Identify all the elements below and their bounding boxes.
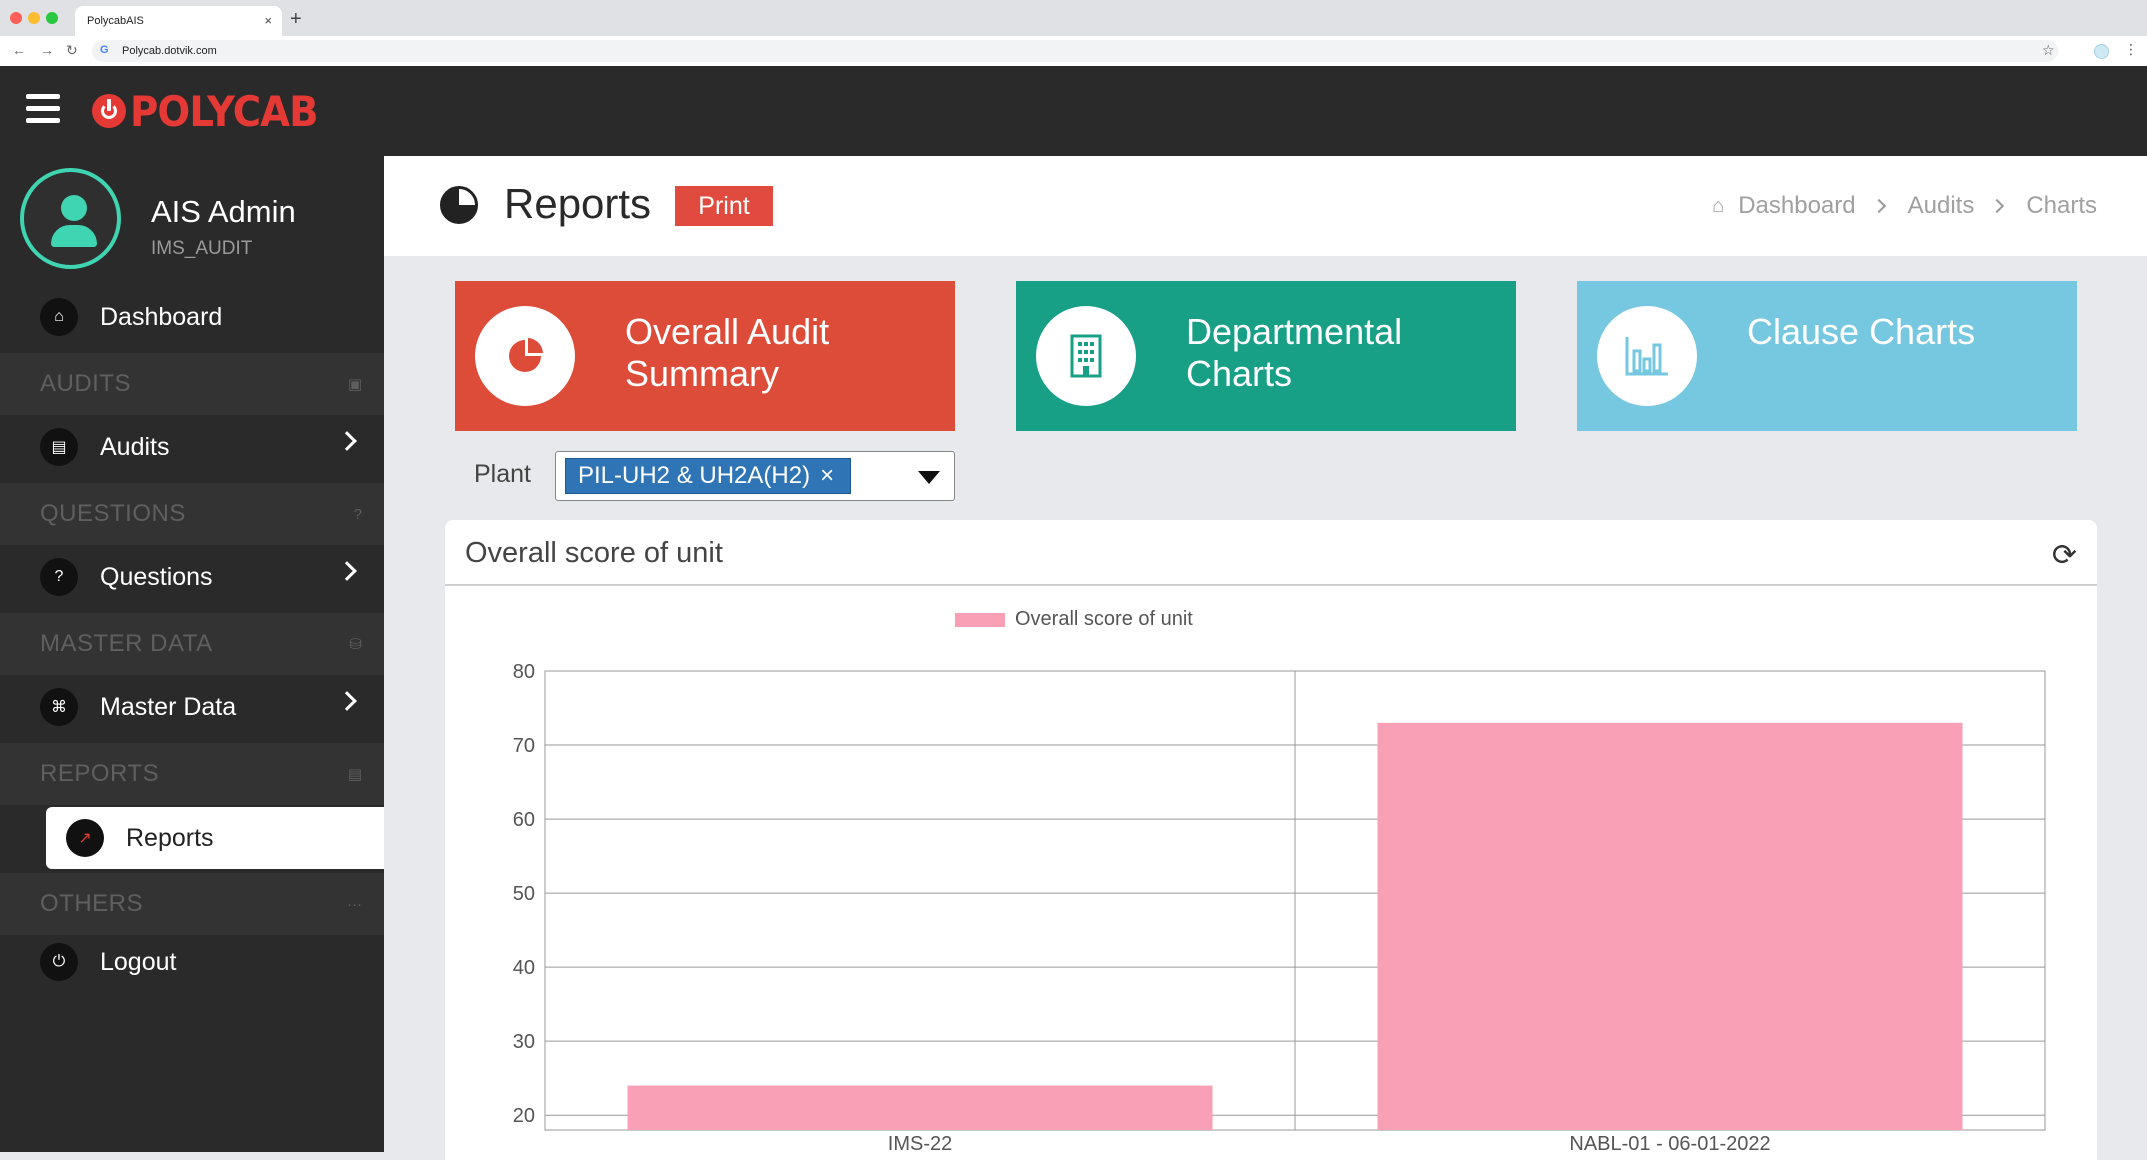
bar bbox=[1377, 722, 1963, 1130]
document-icon: ▤ bbox=[40, 428, 78, 466]
sidebar: AIS Admin IMS_AUDIT ⌂ Dashboard AUDITS ▣… bbox=[0, 156, 384, 1152]
new-tab-button[interactable]: + bbox=[290, 8, 302, 31]
sidebar-item-questions[interactable]: ? Questions bbox=[0, 546, 384, 608]
url-input[interactable]: Polycab.dotvik.com bbox=[92, 40, 2058, 62]
breadcrumb-dashboard[interactable]: Dashboard bbox=[1738, 192, 1855, 220]
browser-chrome: PolycabAIS × + ← → ↻ Polycab.dotvik.com … bbox=[0, 0, 2147, 66]
sidebar-item-logout[interactable]: ⏻ Logout bbox=[0, 931, 384, 993]
maximize-window-button[interactable] bbox=[46, 12, 58, 24]
back-icon[interactable]: ← bbox=[12, 42, 26, 58]
plant-select[interactable]: PIL-UH2 & UH2A(H2) × bbox=[555, 451, 955, 501]
power-logo-icon bbox=[92, 94, 126, 128]
y-tick-label: 50 bbox=[513, 883, 535, 905]
line-chart-icon: ↗ bbox=[66, 819, 104, 857]
briefcase-icon: ▣ bbox=[347, 376, 362, 393]
browser-menu-icon[interactable]: ⋮ bbox=[2124, 41, 2138, 58]
database-icon: ⛁ bbox=[349, 636, 362, 653]
y-tick-label: 70 bbox=[513, 735, 535, 757]
tile-label: Overall Audit Summary bbox=[625, 311, 830, 394]
reload-icon[interactable]: ↻ bbox=[66, 42, 78, 59]
avatar bbox=[20, 168, 121, 269]
pie-chart-icon bbox=[509, 338, 543, 372]
section-header-master-data: MASTER DATA ⛁ bbox=[0, 613, 384, 675]
selected-plant-label: PIL-UH2 & UH2A(H2) bbox=[578, 462, 811, 489]
app-topbar: POLYCAB bbox=[0, 66, 2147, 156]
google-icon: G bbox=[100, 44, 109, 56]
user-name: AIS Admin bbox=[151, 194, 296, 229]
user-icon bbox=[61, 195, 87, 221]
hamburger-menu-icon[interactable] bbox=[26, 94, 60, 124]
tile-clause-charts[interactable]: Clause Charts bbox=[1577, 281, 2077, 431]
tile-label: Clause Charts bbox=[1747, 311, 1976, 352]
question-icon: ? bbox=[353, 505, 362, 523]
more-icon: ··· bbox=[347, 895, 362, 913]
minimize-window-button[interactable] bbox=[28, 12, 40, 24]
bar-chart-icon: ▤ bbox=[347, 766, 362, 783]
bar-chart: 20304050607080IMS-22 NABL-01 - 06-01-2022 bbox=[513, 661, 2046, 1155]
user-role: IMS_AUDIT bbox=[151, 238, 253, 259]
bar bbox=[627, 1085, 1213, 1130]
card-header: Overall score of unit ⟳ bbox=[445, 520, 2097, 586]
tab-close-icon[interactable]: × bbox=[264, 13, 272, 28]
chevron-right-icon bbox=[1990, 198, 2005, 214]
y-tick-label: 80 bbox=[513, 661, 535, 683]
y-tick-label: 60 bbox=[513, 809, 535, 831]
y-tick-label: 30 bbox=[513, 1031, 535, 1053]
dropdown-arrow-icon[interactable] bbox=[918, 471, 940, 484]
sidebar-item-audits[interactable]: ▤ Audits bbox=[0, 416, 384, 478]
print-button[interactable]: Print bbox=[675, 186, 773, 226]
section-header-audits: AUDITS ▣ bbox=[0, 353, 384, 415]
card-title: Overall score of unit bbox=[465, 537, 723, 569]
browser-tab[interactable]: PolycabAIS × bbox=[75, 6, 282, 36]
tile-overall-audit-summary[interactable]: Overall Audit Summary bbox=[455, 281, 955, 431]
address-bar-row: ← → ↻ Polycab.dotvik.com G ☆ ⋮ bbox=[0, 36, 2147, 66]
plant-label: Plant bbox=[474, 460, 531, 488]
sidebar-item-label: Dashboard bbox=[100, 302, 223, 331]
y-tick-label: 20 bbox=[513, 1105, 535, 1127]
sidebar-item-label: Logout bbox=[100, 947, 177, 976]
command-icon: ⌘ bbox=[40, 688, 78, 726]
home-icon: ⌂ bbox=[1712, 194, 1725, 217]
forward-icon[interactable]: → bbox=[40, 42, 54, 58]
y-tick-label: 40 bbox=[513, 957, 535, 979]
section-header-reports: REPORTS ▤ bbox=[0, 743, 384, 805]
home-icon: ⌂ bbox=[40, 298, 78, 336]
building-icon bbox=[1070, 334, 1102, 378]
breadcrumb-audits[interactable]: Audits bbox=[1908, 192, 1975, 220]
tab-title: PolycabAIS bbox=[87, 15, 144, 27]
remove-chip-icon[interactable]: × bbox=[820, 462, 834, 489]
sidebar-item-label: Reports bbox=[126, 823, 214, 852]
sidebar-item-dashboard[interactable]: ⌂ Dashboard bbox=[0, 286, 384, 348]
question-circle-icon: ? bbox=[40, 558, 78, 596]
brand-logo[interactable]: POLYCAB bbox=[92, 86, 334, 136]
profile-avatar-icon[interactable] bbox=[2094, 44, 2109, 59]
refresh-icon[interactable]: ⟳ bbox=[2052, 538, 2077, 573]
section-header-questions: QUESTIONS ? bbox=[0, 483, 384, 545]
chart-card: Overall score of unit ⟳ Overall score of… bbox=[445, 520, 2097, 1160]
page-title: Reports bbox=[504, 180, 652, 227]
sidebar-item-reports[interactable]: ↗ Reports bbox=[46, 807, 384, 869]
close-window-button[interactable] bbox=[10, 12, 22, 24]
chevron-right-icon bbox=[1871, 198, 1886, 214]
bookmark-star-icon[interactable]: ☆ bbox=[2042, 42, 2055, 59]
bar-chart-icon bbox=[1625, 337, 1668, 376]
tile-departmental-charts[interactable]: Departmental Charts bbox=[1016, 281, 1516, 431]
breadcrumb-charts[interactable]: Charts bbox=[2026, 192, 2097, 220]
selected-plant-chip: PIL-UH2 & UH2A(H2) × bbox=[565, 458, 852, 494]
brand-name: POLYCAB bbox=[130, 86, 319, 136]
sidebar-item-master-data[interactable]: ⌘ Master Data bbox=[0, 676, 384, 738]
page-header: Reports Print ⌂ Dashboard Audits Charts bbox=[384, 156, 2147, 256]
tile-label: Departmental Charts bbox=[1186, 311, 1403, 394]
section-header-others: OTHERS ··· bbox=[0, 873, 384, 935]
breadcrumb: ⌂ Dashboard Audits Charts bbox=[1712, 192, 2097, 220]
power-icon: ⏻ bbox=[40, 943, 78, 981]
pie-chart-icon bbox=[440, 186, 478, 224]
